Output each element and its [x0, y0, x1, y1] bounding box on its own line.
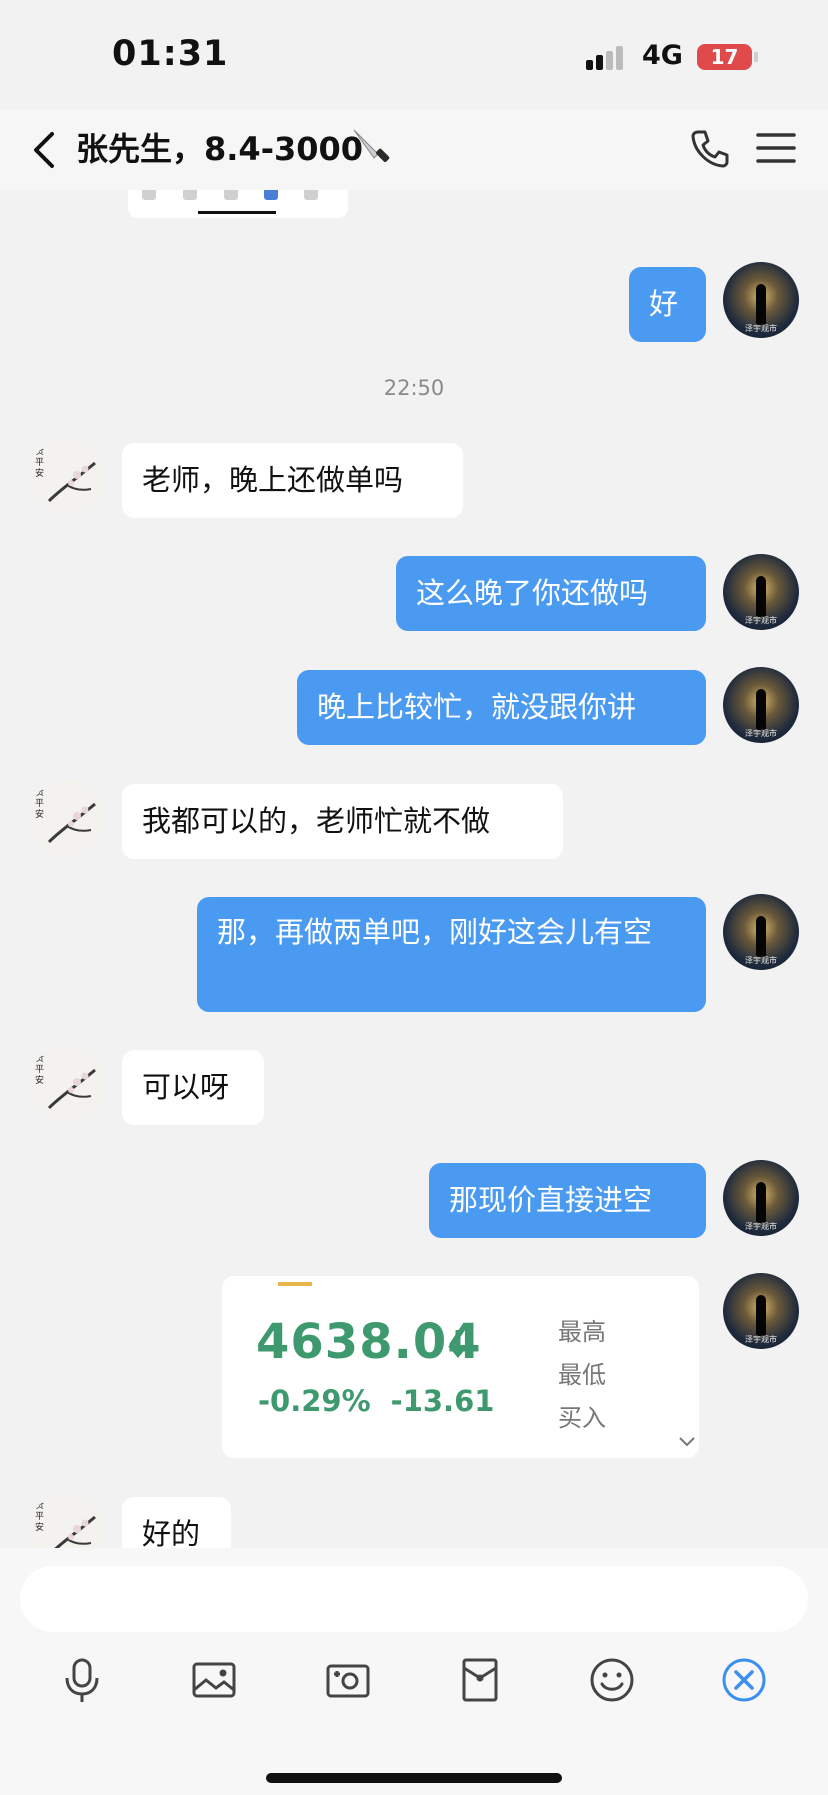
- plum-branch-icon: [47, 461, 96, 503]
- message-text: 这么晚了你还做吗: [416, 576, 649, 610]
- home-indicator[interactable]: [266, 1773, 562, 1783]
- my-avatar[interactable]: 泽宇观市: [723, 262, 799, 338]
- avatar-figure: [756, 1182, 766, 1224]
- message-bubble-received[interactable]: 可以呀: [122, 1050, 264, 1125]
- avatar-caption: 泽宇观市: [745, 1335, 777, 1344]
- tab-icon: [142, 190, 156, 200]
- input-bar: [0, 1548, 828, 1795]
- price-quote-image[interactable]: 4638.04 -0.29% -13.61 最高 最低 买入: [222, 1276, 699, 1458]
- close-icon[interactable]: [720, 1656, 768, 1704]
- my-avatar[interactable]: 泽宇观市: [723, 554, 799, 630]
- message-text: 晚上比较忙，就没跟你讲: [317, 690, 637, 724]
- battery-level: 17: [710, 45, 739, 69]
- status-time: 01:31: [112, 34, 229, 74]
- message-bubble-sent[interactable]: 这么晚了你还做吗: [396, 556, 706, 631]
- message-bubble-received[interactable]: 我都可以的，老师忙就不做: [122, 784, 563, 859]
- quote-change-amount: -13.61: [390, 1384, 495, 1418]
- message-input[interactable]: [20, 1566, 808, 1632]
- chat-title: 张先生，8.4-3000: [76, 130, 364, 168]
- contact-avatar[interactable]: 贵平安: [29, 1046, 105, 1122]
- message-text: 好的: [142, 1517, 201, 1548]
- red-packet-icon[interactable]: [456, 1656, 504, 1704]
- knife-emoji-icon: [353, 129, 390, 162]
- battery-icon: 17: [697, 44, 758, 70]
- avatar-caption: 泽宇观市: [745, 616, 777, 625]
- signal-icon: [586, 46, 630, 70]
- quote-change-percent: -0.29%: [258, 1384, 371, 1418]
- microphone-icon[interactable]: [58, 1656, 106, 1704]
- my-avatar[interactable]: 泽宇观市: [723, 667, 799, 743]
- my-avatar[interactable]: 泽宇观市: [723, 1273, 799, 1349]
- quote-label-buy: 买入: [558, 1404, 606, 1432]
- message-text: 那现价直接进空: [449, 1183, 653, 1217]
- chat-message-list[interactable]: 好 泽宇观市 22:50 贵平安 老师，晚上还做单吗 这么晚了你还做吗 泽宇观市…: [0, 190, 828, 1548]
- message-bubble-sent[interactable]: 好: [629, 267, 706, 342]
- quote-label-high: 最高: [558, 1318, 606, 1346]
- chevron-down-icon: [679, 1437, 695, 1447]
- avatar-seal-text: 贵平安: [35, 1054, 45, 1086]
- message-bubble-sent[interactable]: 那，再做两单吧，刚好这会儿有空: [197, 897, 706, 1012]
- message-text: 我都可以的，老师忙就不做: [142, 804, 491, 838]
- message-text: 老师，晚上还做单吗: [142, 463, 404, 497]
- contact-avatar[interactable]: 贵平安: [29, 1493, 105, 1548]
- quote-change: -0.29% -13.61: [258, 1384, 494, 1418]
- previous-image-message[interactable]: [128, 190, 348, 218]
- message-bubble-received[interactable]: 老师，晚上还做单吗: [122, 443, 463, 518]
- avatar-figure: [756, 916, 766, 958]
- emoji-icon[interactable]: [588, 1656, 636, 1704]
- settings-icon: [304, 190, 318, 200]
- avatar-seal-text: 贵平安: [35, 788, 45, 820]
- status-bar: 01:31 4G 17: [0, 0, 828, 110]
- avatar-caption: 泽宇观市: [745, 1222, 777, 1231]
- avatar-caption: 泽宇观市: [745, 324, 777, 333]
- down-arrow-icon: [448, 1330, 468, 1358]
- message-bubble-received[interactable]: 好的: [122, 1497, 231, 1548]
- avatar-figure: [756, 576, 766, 618]
- plum-branch-icon: [47, 802, 96, 844]
- avatar-caption: 泽宇观市: [745, 729, 777, 738]
- chat-header: 张先生，8.4-3000: [0, 110, 828, 190]
- message-text: 好: [649, 287, 679, 321]
- tab-icon: [264, 190, 278, 200]
- tab-icon: [183, 190, 197, 200]
- avatar-figure: [756, 284, 766, 326]
- camera-icon[interactable]: [324, 1656, 372, 1704]
- avatar-caption: 泽宇观市: [745, 956, 777, 965]
- contact-avatar[interactable]: 贵平安: [29, 780, 105, 856]
- avatar-seal-text: 贵平安: [35, 447, 45, 479]
- my-avatar[interactable]: 泽宇观市: [723, 1160, 799, 1236]
- plum-branch-icon: [54, 1515, 96, 1548]
- avatar-figure: [756, 689, 766, 731]
- message-text: 那，再做两单吧，刚好这会儿有空: [217, 915, 653, 949]
- back-icon[interactable]: [26, 128, 66, 172]
- tab-icon: [224, 190, 238, 200]
- message-bubble-sent[interactable]: 晚上比较忙，就没跟你讲: [297, 670, 706, 745]
- quote-label-low: 最低: [558, 1361, 606, 1389]
- phone-call-icon[interactable]: [688, 126, 732, 170]
- tab-indicator: [198, 211, 276, 214]
- network-type: 4G: [642, 40, 683, 71]
- my-avatar[interactable]: 泽宇观市: [723, 894, 799, 970]
- message-timestamp: 22:50: [383, 376, 445, 400]
- contact-avatar[interactable]: 贵平安: [29, 439, 105, 515]
- avatar-seal-text: 贵平安: [35, 1501, 45, 1533]
- tab-indicator: [278, 1282, 312, 1286]
- menu-icon[interactable]: [756, 130, 796, 166]
- message-text: 可以呀: [142, 1070, 230, 1104]
- image-icon[interactable]: [190, 1656, 238, 1704]
- plum-branch-icon: [47, 1068, 96, 1110]
- message-bubble-sent[interactable]: 那现价直接进空: [429, 1163, 706, 1238]
- avatar-figure: [756, 1295, 766, 1337]
